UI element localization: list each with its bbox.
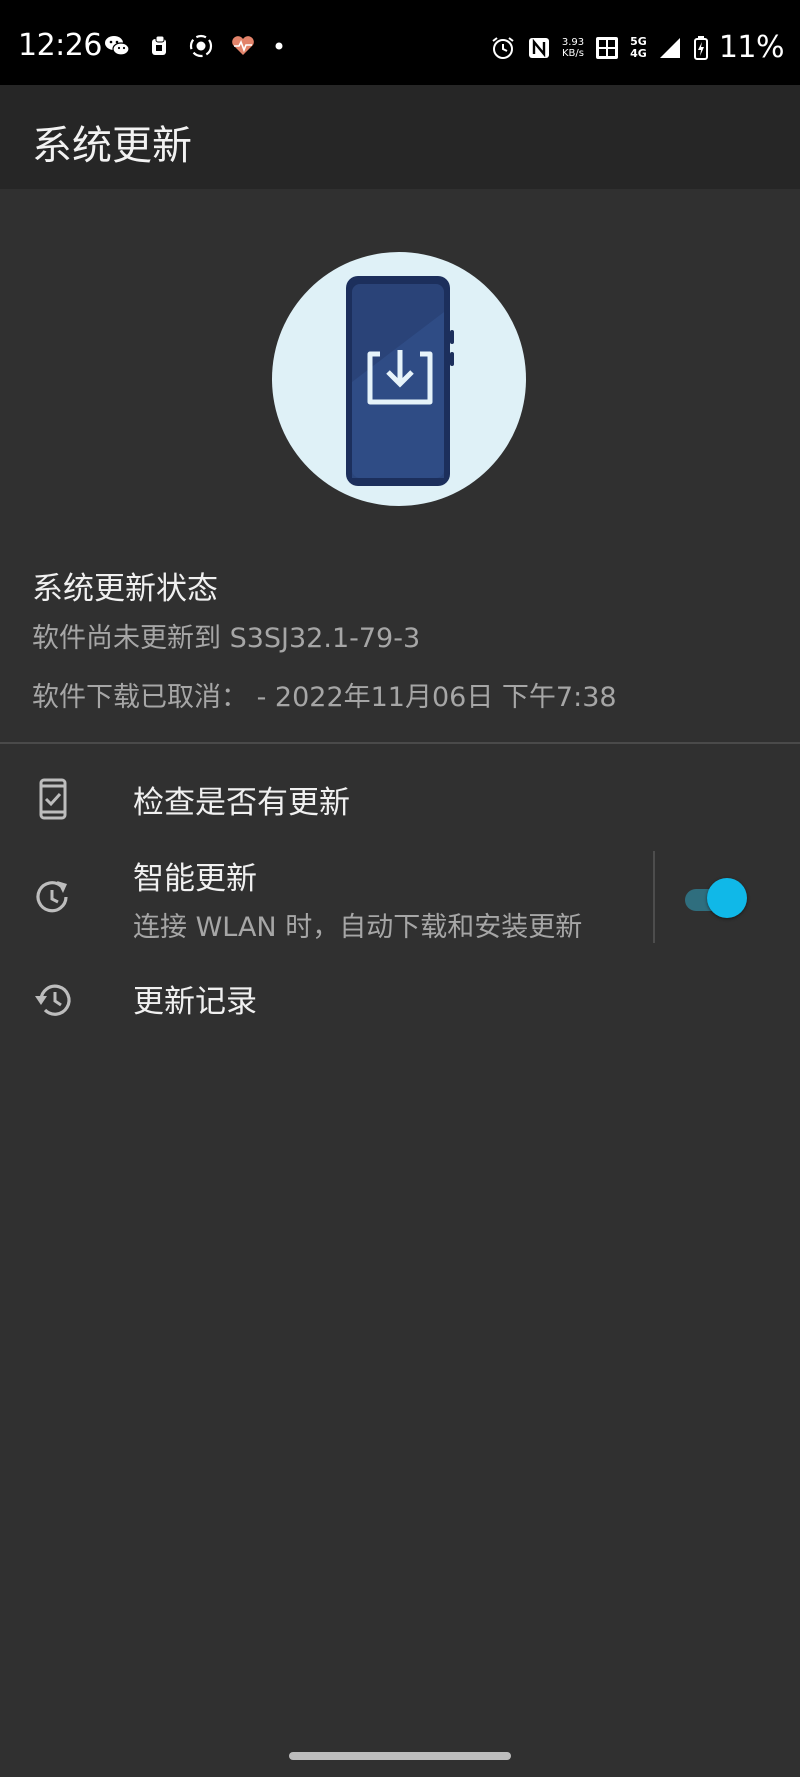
speed-value: 3.93 [561,36,585,48]
page-title: 系统更新 [32,123,192,169]
app-icon [152,35,166,55]
app-bar: 系统更新 [0,85,800,189]
refresh-clock-icon [36,881,68,913]
wechat-icon [105,36,130,56]
battery-percent: 11% [718,30,785,65]
row-separator [653,851,655,943]
hd-icon [596,36,619,59]
phone-check-icon [39,778,67,820]
history-icon [35,984,71,1016]
camera-record-icon [189,34,213,58]
status-title: 系统更新状态 [32,571,218,607]
network-speed: 3.93 KB/s [562,37,584,59]
net-top: 5G [630,34,647,48]
battery-charging-icon [693,35,708,60]
speed-unit: KB/s [561,47,584,59]
divider [0,742,800,744]
status-bar: 12:26 3.93 KB/s 5G 4G 11% [0,0,800,85]
alarm-icon [492,36,514,59]
home-indicator[interactable] [289,1752,511,1760]
smart-update-subtitle: 连接 WLAN 时，自动下载和安装更新 [133,912,583,943]
net-bottom: 4G [630,46,647,60]
system-update-illustration [272,252,526,506]
smart-update-label: 智能更新 [133,861,257,897]
check-update-row[interactable]: 检查是否有更新 [0,757,800,841]
notification-icons [104,33,286,59]
status-not-updated: 软件尚未更新到 S3SJ32.1-79-3 [32,623,421,654]
status-download-cancelled: 软件下载已取消： - 2022年11月06日 下午7:38 [32,682,617,713]
system-icons: 3.93 KB/s 5G 4G 11% [490,30,785,65]
signal-icon [659,37,680,58]
status-time: 12:26 [18,28,102,63]
dot-icon [275,42,283,50]
toggle-thumb [707,878,747,918]
smart-update-toggle[interactable] [685,878,747,920]
network-type: 5G 4G [630,34,647,60]
smart-update-row[interactable]: 智能更新 连接 WLAN 时，自动下载和安装更新 [0,843,800,949]
update-history-row[interactable]: 更新记录 [0,955,800,1045]
health-icon [232,36,254,55]
nfc-icon [528,37,549,58]
update-history-label: 更新记录 [133,984,257,1020]
check-update-label: 检查是否有更新 [133,785,350,821]
